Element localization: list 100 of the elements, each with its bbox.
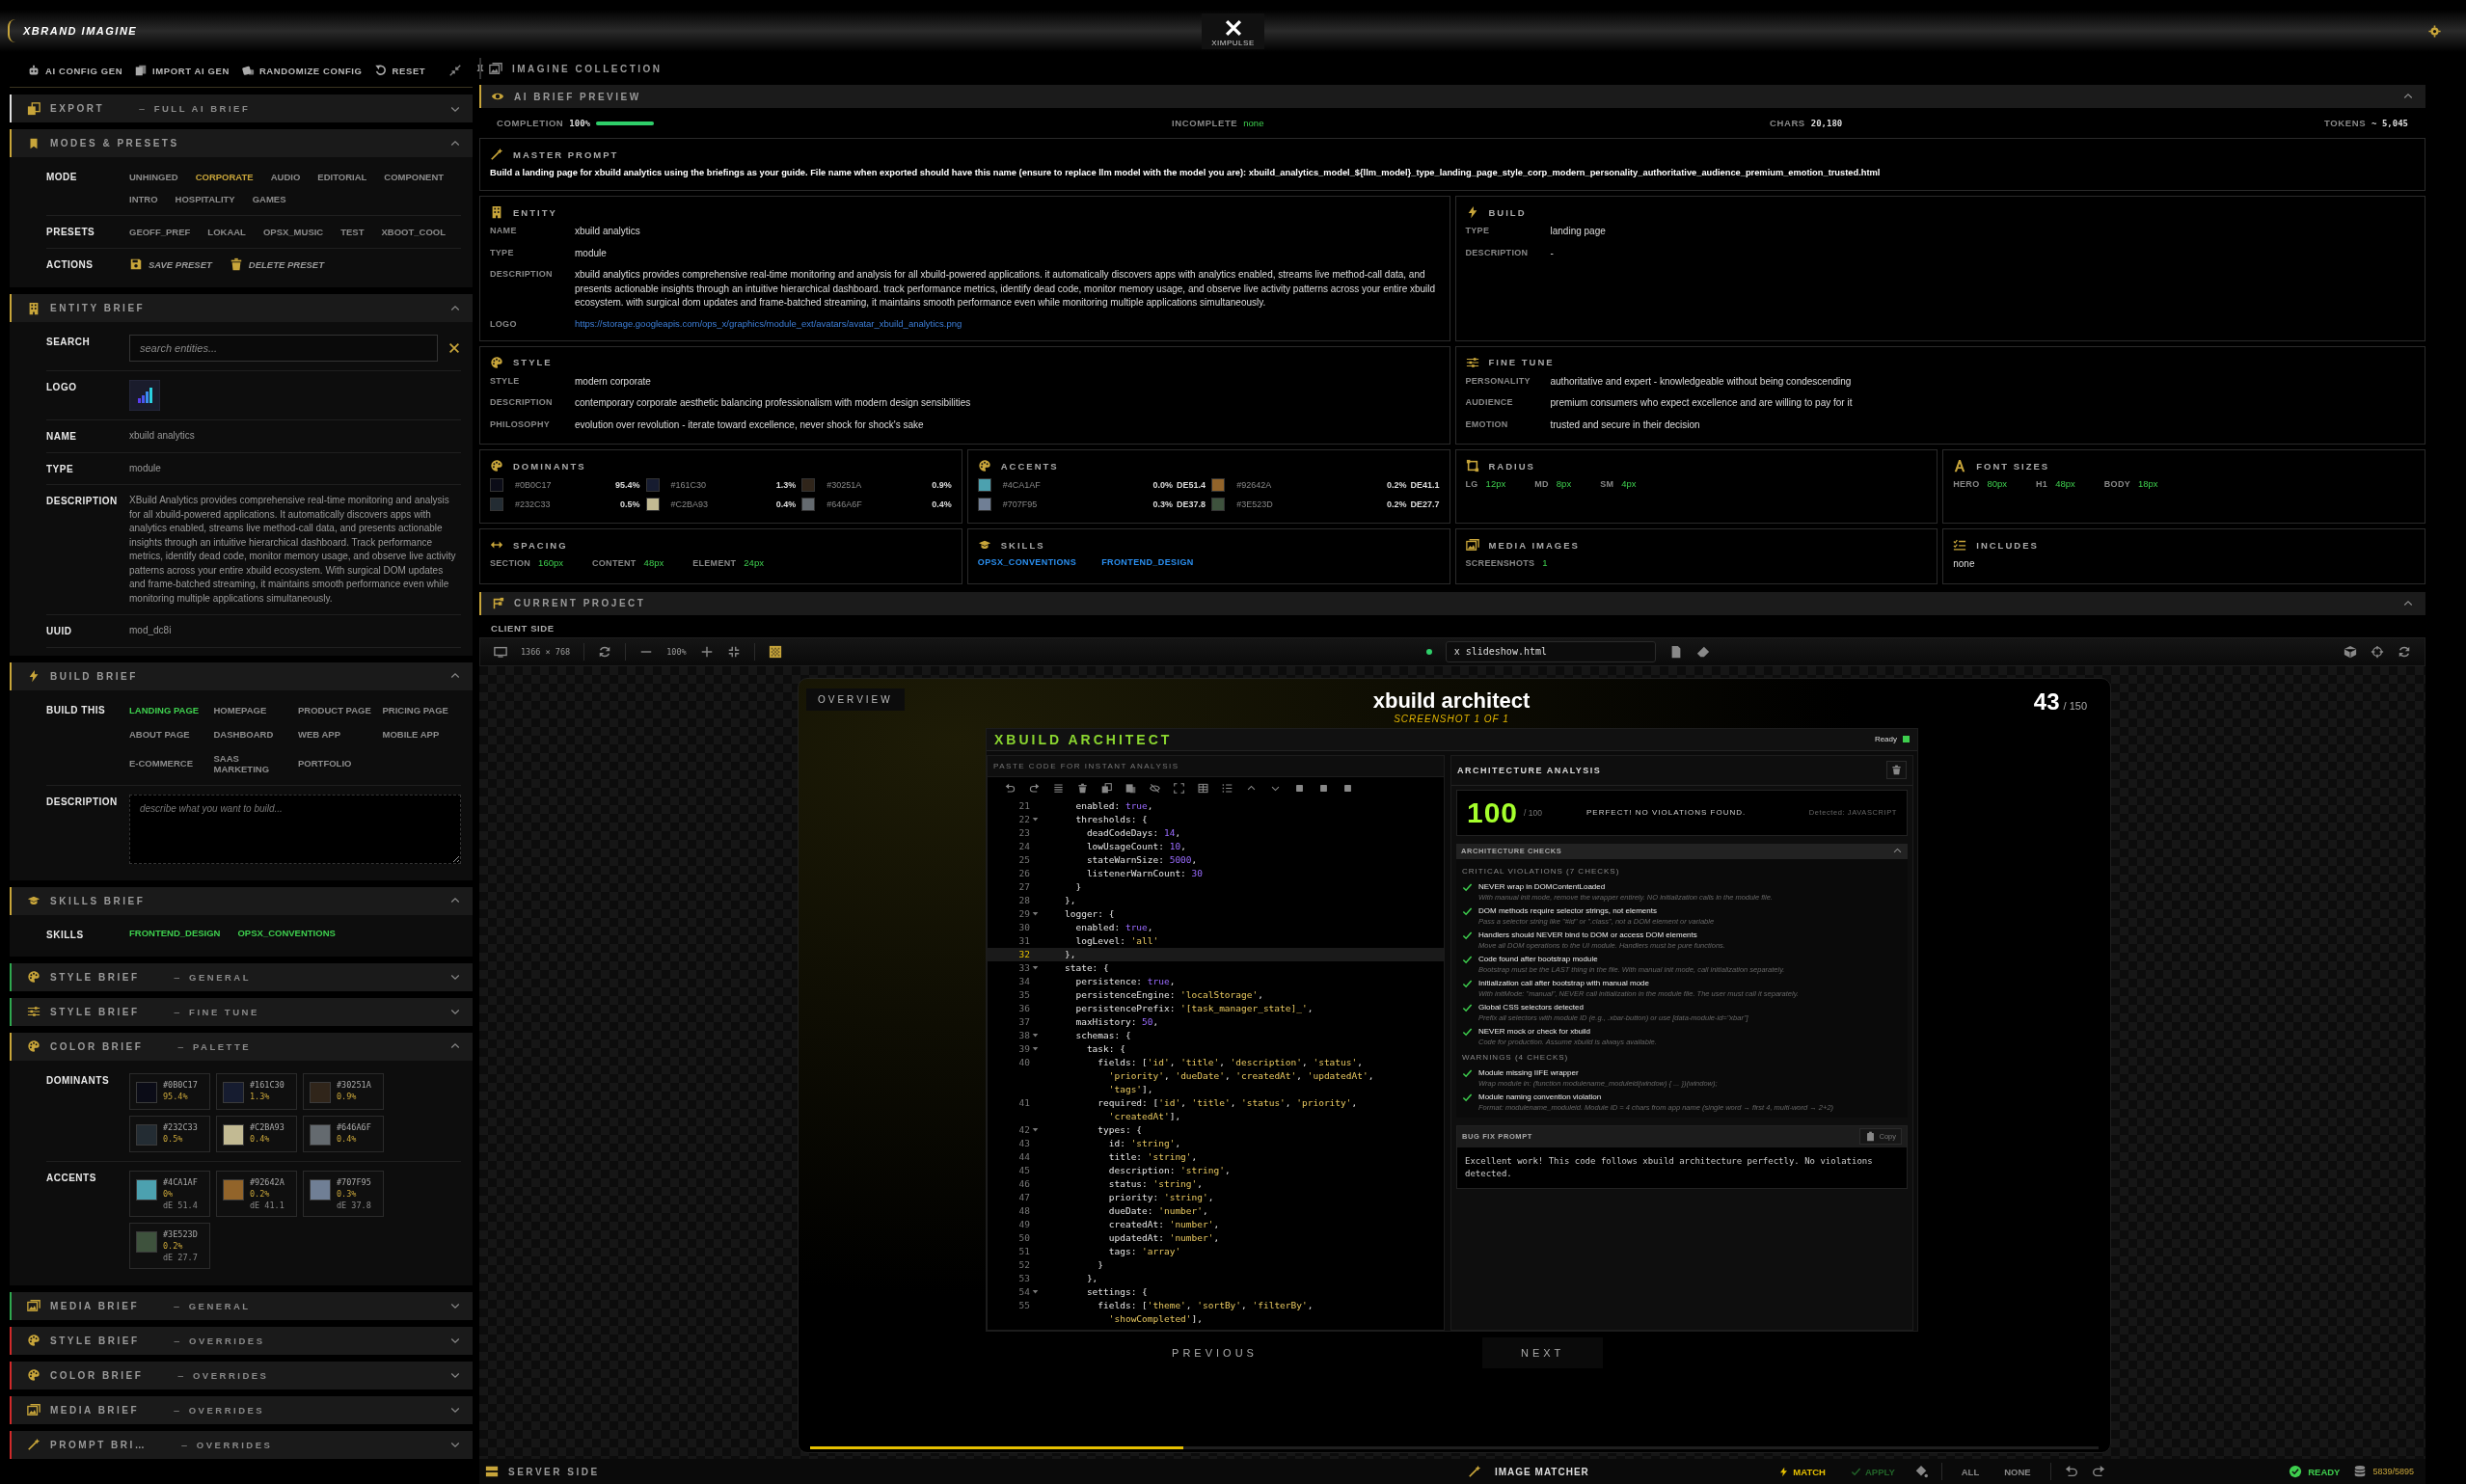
preset-option[interactable]: XBOOT_COOL [381, 225, 446, 239]
refresh-icon[interactable] [598, 644, 612, 659]
trash-icon[interactable] [1077, 782, 1088, 794]
preset-option[interactable]: GEOFF_PREF [129, 225, 191, 239]
section-header[interactable]: BUILD BRIEF [10, 661, 473, 690]
undo-icon[interactable] [2064, 1465, 2078, 1478]
numbered-list-icon[interactable] [1222, 782, 1233, 794]
fold-icon[interactable] [1032, 1126, 1039, 1134]
section-header[interactable]: STYLE BRIEF – FINE TUNE [10, 997, 473, 1026]
section-header[interactable]: STYLE BRIEF – GENERAL [10, 962, 473, 991]
build-option[interactable]: DASHBOARD [213, 726, 292, 742]
section-header[interactable]: COLOR BRIEF – OVERRIDES [10, 1361, 473, 1390]
collapse-icon[interactable] [448, 64, 463, 77]
build-option[interactable]: E-COMMERCE [129, 750, 208, 776]
square-icon[interactable] [1342, 782, 1353, 794]
eraser-icon[interactable] [1695, 644, 1710, 659]
build-option[interactable]: PRICING PAGE [382, 702, 461, 717]
refresh-icon[interactable] [2398, 644, 2411, 659]
build-option[interactable]: SAAS MARKETING [213, 750, 292, 776]
expand-icon[interactable] [1174, 782, 1184, 794]
swatch-card[interactable]: #0B0C17 95.4% [129, 1072, 210, 1110]
mode-option[interactable]: EDITORIAL [317, 170, 367, 184]
fold-icon[interactable] [1032, 1032, 1039, 1039]
search-field[interactable]: search entities... [129, 335, 438, 362]
monitor-icon[interactable] [494, 644, 507, 659]
section-header[interactable]: MODES & PRESETS [10, 129, 473, 157]
mode-option[interactable]: AUDIO [270, 170, 301, 184]
match-button[interactable]: MATCH [1773, 1465, 1831, 1478]
file-field[interactable]: x_slideshow.html [1445, 640, 1656, 662]
fold-icon[interactable] [1032, 910, 1039, 918]
toolbar-button[interactable]: RESET [373, 62, 426, 79]
section-header[interactable]: SKILLS BRIEF [10, 886, 473, 915]
table-icon[interactable] [1198, 782, 1208, 794]
swatch-card[interactable]: #707F95 0.3% dE 37.8 [303, 1170, 384, 1217]
next-button[interactable]: NEXT [1482, 1336, 1604, 1368]
swatch-card[interactable]: #30251A 0.9% [303, 1072, 384, 1110]
delete-button[interactable] [1886, 761, 1907, 780]
checkerboard-icon[interactable] [768, 644, 782, 659]
mode-option[interactable]: UNHINGED [129, 170, 178, 184]
preset-option[interactable]: OPSX_MUSIC [262, 225, 324, 239]
build-option[interactable]: PORTFOLIO [298, 750, 377, 776]
section-header[interactable]: MEDIA BRIEF – OVERRIDES [10, 1395, 473, 1424]
section-header[interactable]: STYLE BRIEF – OVERRIDES [10, 1326, 473, 1355]
swatch-card[interactable]: #3E523D 0.2% dE 27.7 [129, 1222, 210, 1269]
panel-header[interactable]: AI BRIEF PREVIEW [479, 85, 2425, 108]
undo-icon[interactable] [1005, 782, 1016, 794]
build-option[interactable]: HOMEPAGE [213, 702, 292, 717]
toolbar-button[interactable]: IMPORT AI GEN [134, 62, 230, 79]
select-none-button[interactable]: NONE [1998, 1465, 2037, 1478]
mode-option[interactable]: COMPONENT [384, 170, 445, 184]
select-all-button[interactable]: ALL [1955, 1465, 1986, 1478]
paste-icon[interactable] [1125, 782, 1136, 794]
action-button[interactable]: DELETE PRESET [229, 257, 324, 271]
eye-off-icon[interactable] [1150, 782, 1160, 794]
swatch-card[interactable]: #C2BA93 0.4% [216, 1115, 297, 1152]
section-header[interactable]: EXPORT – FULL AI BRIEF [10, 94, 473, 122]
redo-icon[interactable] [1029, 782, 1040, 794]
close-icon[interactable] [447, 341, 461, 355]
preset-option[interactable]: LOKAAL [207, 225, 246, 239]
section-header[interactable]: ENTITY BRIEF [10, 294, 473, 322]
panel-header[interactable]: CURRENT PROJECT [479, 591, 2425, 615]
mode-option[interactable]: HOSPITALITY [175, 192, 235, 206]
section-header[interactable]: PROMPT BRI… – OVERRIDES [10, 1430, 473, 1459]
fold-icon[interactable] [1032, 1045, 1039, 1053]
square-icon[interactable] [1294, 782, 1305, 794]
toolbar-button[interactable]: RANDOMIZE CONFIG [240, 62, 363, 79]
settings-icon[interactable] [2428, 24, 2441, 38]
lines-icon[interactable] [1053, 782, 1064, 794]
swatch-card[interactable]: #92642A 0.2% dE 41.1 [216, 1170, 297, 1217]
build-option[interactable]: MOBILE APP [382, 726, 461, 742]
mode-option[interactable]: GAMES [252, 192, 286, 206]
build-option[interactable]: WEB APP [298, 726, 377, 742]
preset-option[interactable]: TEST [340, 225, 365, 239]
section-header[interactable]: COLOR BRIEF – PALETTE [10, 1032, 473, 1061]
previous-button[interactable]: PREVIOUS [1133, 1336, 1296, 1368]
build-option[interactable]: PRODUCT PAGE [298, 702, 377, 717]
fit-icon[interactable] [726, 644, 741, 659]
swatch-card[interactable]: #161C30 1.3% [216, 1072, 297, 1110]
fold-icon[interactable] [1032, 964, 1039, 972]
square-icon[interactable] [1318, 782, 1329, 794]
swatch-card[interactable]: #646A6F 0.4% [303, 1115, 384, 1152]
build-option[interactable]: ABOUT PAGE [129, 726, 208, 742]
fold-icon[interactable] [1032, 816, 1039, 823]
toolbar-button[interactable]: AI CONFIG GEN [27, 62, 123, 79]
plus-icon[interactable] [699, 644, 714, 659]
mode-option[interactable]: CORPORATE [195, 170, 254, 184]
swatch-card[interactable]: #232C33 0.5% [129, 1115, 210, 1152]
build-option[interactable]: LANDING PAGE [129, 702, 208, 717]
description-field[interactable]: describe what you want to build... [129, 794, 461, 864]
redo-icon[interactable] [2091, 1465, 2105, 1478]
action-button[interactable]: SAVE PRESET [129, 257, 212, 271]
section-header[interactable]: MEDIA BRIEF – GENERAL [10, 1291, 473, 1320]
crosshair-icon[interactable] [2371, 644, 2384, 659]
mode-option[interactable]: INTRO [129, 192, 158, 206]
logo-link[interactable]: https://storage.googleapis.com/ops_x/graphics/module_ext/avatars/avatar_xbuild_analytics.png [575, 317, 1440, 329]
fold-icon[interactable] [1032, 1288, 1039, 1296]
overview-button[interactable]: OVERVIEW [806, 688, 905, 711]
cube-icon[interactable] [2344, 644, 2357, 659]
paint-bucket-icon[interactable] [1913, 1465, 1928, 1478]
copy-icon[interactable] [1101, 782, 1112, 794]
